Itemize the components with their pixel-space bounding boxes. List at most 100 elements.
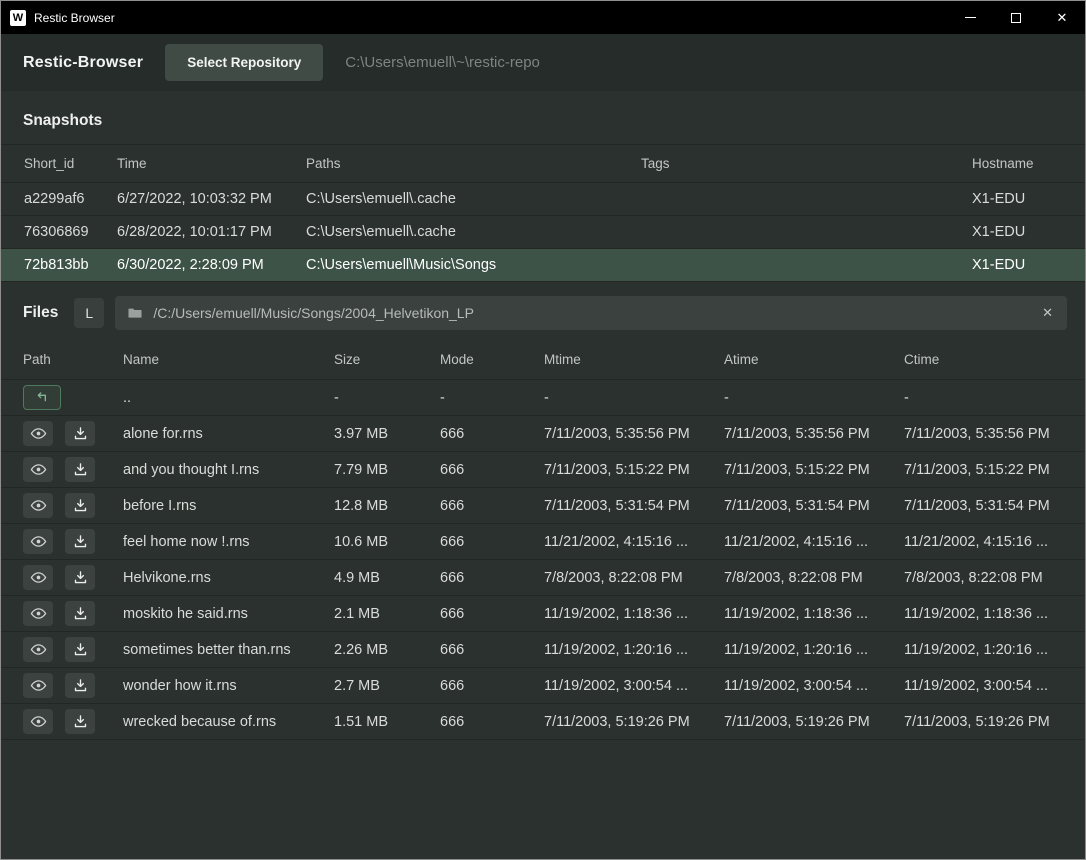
file-atime: 11/19/2002, 1:18:36 ... <box>724 606 904 622</box>
snapshot-hostname: X1-EDU <box>972 257 1085 273</box>
snapshot-row[interactable]: a2299af6 6/27/2022, 10:03:32 PM C:\Users… <box>1 183 1085 216</box>
snapshot-row[interactable]: 76306869 6/28/2022, 10:01:17 PM C:\Users… <box>1 216 1085 249</box>
file-mode: 666 <box>440 714 544 730</box>
maximize-button[interactable] <box>993 1 1039 34</box>
file-row: Helvikone.rns 4.9 MB 666 7/8/2003, 8:22:… <box>1 560 1085 596</box>
download-file-button[interactable] <box>65 637 95 662</box>
file-ctime: 7/11/2003, 5:19:26 PM <box>904 714 1085 730</box>
download-icon <box>73 534 88 549</box>
file-ctime: 11/19/2002, 1:20:16 ... <box>904 642 1085 658</box>
download-file-button[interactable] <box>65 565 95 590</box>
path-bar[interactable]: /C:/Users/emuell/Music/Songs/2004_Helvet… <box>115 296 1067 330</box>
snapshot-time: 6/30/2022, 2:28:09 PM <box>117 257 306 273</box>
file-mode: 666 <box>440 426 544 442</box>
file-mtime: 11/21/2002, 4:15:16 ... <box>544 534 724 550</box>
app-window: W Restic Browser ✕ Restic-Browser Select… <box>0 0 1086 860</box>
column-path: Path <box>23 352 123 367</box>
file-ctime: 11/19/2002, 3:00:54 ... <box>904 678 1085 694</box>
file-mode: 666 <box>440 678 544 694</box>
preview-file-button[interactable] <box>23 457 53 482</box>
file-atime: 11/21/2002, 4:15:16 ... <box>724 534 904 550</box>
file-ctime: 7/11/2003, 5:31:54 PM <box>904 498 1085 514</box>
file-row: wrecked because of.rns 1.51 MB 666 7/11/… <box>1 704 1085 740</box>
file-row: moskito he said.rns 2.1 MB 666 11/19/200… <box>1 596 1085 632</box>
titlebar: W Restic Browser ✕ <box>1 1 1085 34</box>
minimize-button[interactable] <box>947 1 993 34</box>
download-icon <box>73 498 88 513</box>
file-mtime: 11/19/2002, 1:18:36 ... <box>544 606 724 622</box>
column-mode: Mode <box>440 352 544 367</box>
preview-file-button[interactable] <box>23 421 53 446</box>
files-bar: Files L /C:/Users/emuell/Music/Songs/200… <box>23 296 1067 330</box>
close-button[interactable]: ✕ <box>1039 1 1085 34</box>
snapshot-paths: C:\Users\emuell\Music\Songs <box>306 257 641 273</box>
titlebar-left: W Restic Browser <box>1 10 115 26</box>
eye-icon <box>30 533 47 550</box>
file-size: 7.79 MB <box>334 462 440 478</box>
snapshot-row[interactable]: 72b813bb 6/30/2022, 2:28:09 PM C:\Users\… <box>1 249 1085 282</box>
clear-path-icon: ✕ <box>1042 305 1053 321</box>
eye-icon <box>30 641 47 658</box>
download-file-button[interactable] <box>65 601 95 626</box>
file-mtime: 11/19/2002, 3:00:54 ... <box>544 678 724 694</box>
select-repository-button[interactable]: Select Repository <box>165 44 323 81</box>
download-icon <box>73 714 88 729</box>
file-size: 2.26 MB <box>334 642 440 658</box>
file-mode: 666 <box>440 534 544 550</box>
app-title: Restic-Browser <box>23 54 143 72</box>
window-title: Restic Browser <box>34 11 115 25</box>
folder-icon <box>127 305 143 321</box>
file-row: alone for.rns 3.97 MB 666 7/11/2003, 5:3… <box>1 416 1085 452</box>
snapshot-time: 6/28/2022, 10:01:17 PM <box>117 224 306 240</box>
file-row: before I.rns 12.8 MB 666 7/11/2003, 5:31… <box>1 488 1085 524</box>
eye-icon <box>30 425 47 442</box>
file-name: wonder how it.rns <box>123 678 334 694</box>
preview-file-button[interactable] <box>23 673 53 698</box>
file-mtime: - <box>544 390 724 406</box>
download-file-button[interactable] <box>65 673 95 698</box>
files-table: Path Name Size Mode Mtime Atime Ctime ..… <box>1 340 1085 740</box>
file-size: 4.9 MB <box>334 570 440 586</box>
preview-file-button[interactable] <box>23 637 53 662</box>
column-ctime: Ctime <box>904 352 1085 367</box>
snapshot-hostname: X1-EDU <box>972 191 1085 207</box>
download-file-button[interactable] <box>65 493 95 518</box>
file-name: Helvikone.rns <box>123 570 334 586</box>
column-paths: Paths <box>306 156 641 171</box>
file-row: wonder how it.rns 2.7 MB 666 11/19/2002,… <box>1 668 1085 704</box>
file-ctime: 11/19/2002, 1:18:36 ... <box>904 606 1085 622</box>
snapshots-section-header: Snapshots <box>1 91 1085 145</box>
download-file-button[interactable] <box>65 709 95 734</box>
preview-file-button[interactable] <box>23 529 53 554</box>
file-mode: - <box>440 390 544 406</box>
app-header: Restic-Browser Select Repository C:\User… <box>1 34 1085 91</box>
file-atime: 11/19/2002, 1:20:16 ... <box>724 642 904 658</box>
file-mtime: 7/8/2003, 8:22:08 PM <box>544 570 724 586</box>
preview-file-button[interactable] <box>23 493 53 518</box>
clear-path-button[interactable]: ✕ <box>1040 303 1055 323</box>
file-row: sometimes better than.rns 2.26 MB 666 11… <box>1 632 1085 668</box>
files-table-body: .. - - - - - alone for.rns 3.97 MB 666 7… <box>1 380 1085 740</box>
download-file-button[interactable] <box>65 529 95 554</box>
snapshots-title: Snapshots <box>23 112 102 129</box>
file-mode: 666 <box>440 498 544 514</box>
go-up-button[interactable] <box>23 385 61 410</box>
preview-file-button[interactable] <box>23 565 53 590</box>
files-mode-button[interactable]: L <box>74 298 104 328</box>
download-file-button[interactable] <box>65 457 95 482</box>
file-size: 2.1 MB <box>334 606 440 622</box>
file-size: 12.8 MB <box>334 498 440 514</box>
snapshots-table: Short_id Time Paths Tags Hostname a2299a… <box>1 145 1085 282</box>
file-size: 10.6 MB <box>334 534 440 550</box>
column-hostname: Hostname <box>972 156 1085 171</box>
file-atime: 7/11/2003, 5:19:26 PM <box>724 714 904 730</box>
file-atime: 7/11/2003, 5:31:54 PM <box>724 498 904 514</box>
file-name: wrecked because of.rns <box>123 714 334 730</box>
preview-file-button[interactable] <box>23 601 53 626</box>
download-file-button[interactable] <box>65 421 95 446</box>
file-ctime: 11/21/2002, 4:15:16 ... <box>904 534 1085 550</box>
file-atime: 11/19/2002, 3:00:54 ... <box>724 678 904 694</box>
preview-file-button[interactable] <box>23 709 53 734</box>
file-name: feel home now !.rns <box>123 534 334 550</box>
download-icon <box>73 678 88 693</box>
